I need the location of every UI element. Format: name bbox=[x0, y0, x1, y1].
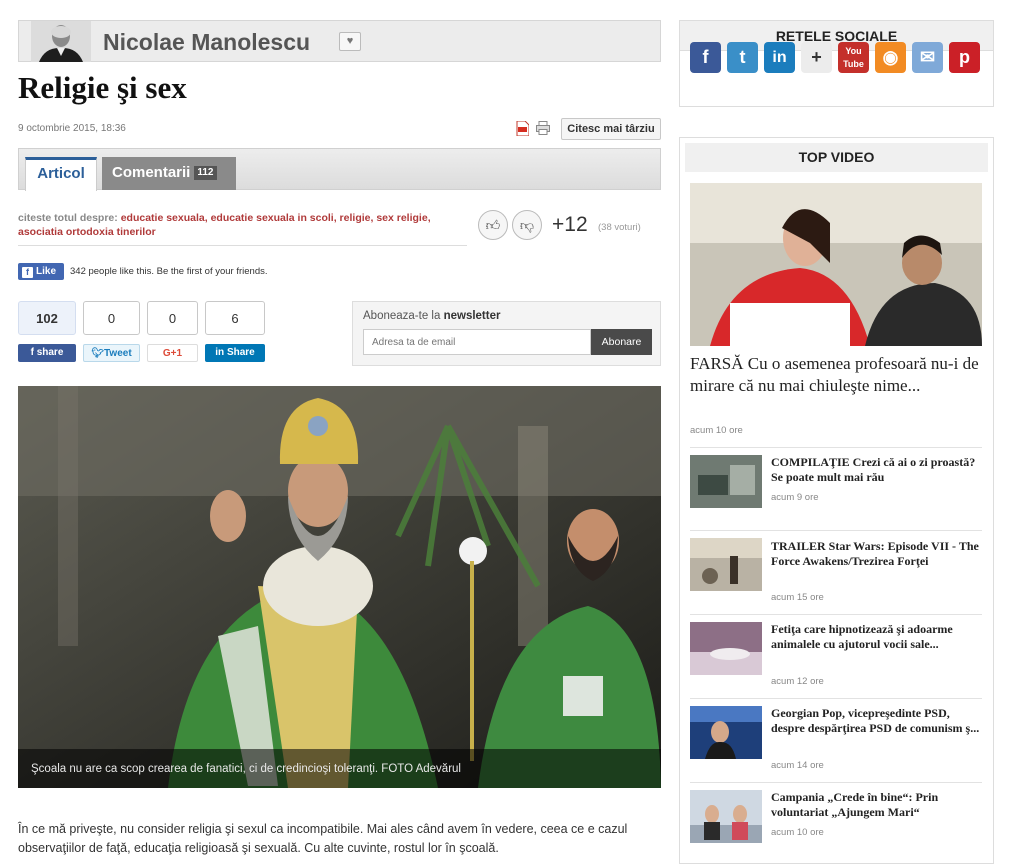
video-thumbnail[interactable] bbox=[690, 538, 762, 591]
pdf-icon[interactable] bbox=[516, 120, 530, 137]
tab-articol[interactable]: Articol bbox=[25, 157, 97, 191]
author-bar: Nicolae Manolescu ♥ bbox=[18, 20, 661, 62]
google-plus-icon[interactable]: + bbox=[801, 42, 832, 73]
facebook-like-button[interactable]: f Like bbox=[18, 263, 64, 280]
facebook-icon: f bbox=[22, 267, 33, 278]
video-title[interactable]: TRAILER Star Wars: Episode VII - The For… bbox=[771, 539, 985, 569]
newsletter-box: Aboneaza-te la newsletter Abonare bbox=[352, 301, 661, 366]
google-share-count: 0 bbox=[147, 301, 198, 335]
vote-count: (38 voturi) bbox=[598, 222, 641, 233]
twitter-share-label: Tweet bbox=[104, 348, 132, 359]
newsletter-email-input[interactable] bbox=[363, 329, 591, 355]
video-separator bbox=[690, 698, 982, 699]
video-thumbnail[interactable] bbox=[690, 622, 762, 675]
rss-icon[interactable]: ◉ bbox=[875, 42, 906, 73]
video-separator bbox=[690, 447, 982, 448]
tags-divider bbox=[18, 245, 467, 246]
newsletter-label-prefix: Aboneaza-te la bbox=[363, 310, 441, 322]
thumbs-up-icon[interactable]: 👍︎ bbox=[478, 210, 508, 240]
video-thumbnail[interactable] bbox=[690, 455, 762, 508]
article-date: 9 octombrie 2015, 18:36 bbox=[18, 123, 126, 134]
video-title[interactable]: Fetiţa care hipnotizează şi adoarme anim… bbox=[771, 622, 985, 652]
tab-comentarii[interactable]: Comentarii 112 bbox=[102, 157, 236, 190]
twitter-share-count: 0 bbox=[83, 301, 140, 335]
print-icon[interactable] bbox=[536, 121, 550, 135]
linkedin-icon[interactable]: in bbox=[764, 42, 795, 73]
video-separator bbox=[690, 614, 982, 615]
thumbs-down-icon[interactable]: 👎︎ bbox=[512, 210, 542, 240]
image-caption: Şcoala nu are ca scop crearea de fanatic… bbox=[31, 763, 461, 775]
pinterest-icon[interactable]: p bbox=[949, 42, 980, 73]
video-time: acum 9 ore bbox=[771, 492, 819, 503]
tab-comentarii-label: Comentarii bbox=[112, 164, 191, 181]
video-thumbnail[interactable] bbox=[690, 790, 762, 843]
follow-heart-button[interactable]: ♥ bbox=[339, 32, 361, 51]
youtube-icon[interactable]: You Tube bbox=[838, 42, 869, 73]
google-plus-button[interactable]: G+1 bbox=[147, 344, 198, 362]
facebook-share-label: share bbox=[36, 347, 64, 358]
linkedin-share-label: Share bbox=[226, 347, 255, 358]
article-body: În ce mă priveşte, nu consider religia ş… bbox=[18, 822, 628, 855]
video-title[interactable]: Georgian Pop, vicepreşedinte PSD, despre… bbox=[771, 706, 985, 736]
main-video-time: acum 10 ore bbox=[690, 425, 743, 436]
twitter-icon[interactable]: t bbox=[727, 42, 758, 73]
linkedin-share-button[interactable]: in Share bbox=[205, 344, 265, 362]
linkedin-share-count: 6 bbox=[205, 301, 265, 335]
read-later-button[interactable]: Citesc mai târziu bbox=[561, 118, 661, 140]
subscribe-button[interactable]: Abonare bbox=[591, 329, 652, 355]
video-time: acum 12 ore bbox=[771, 676, 824, 687]
video-thumbnail[interactable] bbox=[690, 706, 762, 759]
linkedin-icon: in bbox=[215, 347, 225, 358]
video-time: acum 10 ore bbox=[771, 827, 824, 838]
facebook-like-text: 342 people like this. Be the first of yo… bbox=[70, 266, 268, 277]
twitter-share-button[interactable]: 🐦︎Tweet bbox=[83, 344, 140, 362]
facebook-share-button[interactable]: f share bbox=[18, 344, 76, 362]
vote-score: +12 bbox=[552, 213, 588, 236]
newsletter-label-bold: newsletter bbox=[443, 310, 501, 322]
video-time: acum 15 ore bbox=[771, 592, 824, 603]
email-icon[interactable]: ✉ bbox=[912, 42, 943, 73]
author-avatar[interactable] bbox=[31, 21, 91, 62]
facebook-icon[interactable]: f bbox=[690, 42, 721, 73]
article-title: Religie şi sex bbox=[18, 70, 187, 105]
video-title[interactable]: Campania „Crede în bine“: Prin voluntari… bbox=[771, 790, 985, 820]
article-hero-image bbox=[18, 386, 661, 788]
facebook-share-count: 102 bbox=[18, 301, 76, 335]
main-video-title[interactable]: FARSĂ Cu o asemenea profesoară nu-i de m… bbox=[690, 353, 982, 397]
author-name[interactable]: Nicolae Manolescu bbox=[103, 29, 310, 56]
article-tabs: Articol Comentarii 112 bbox=[18, 148, 661, 191]
video-separator bbox=[690, 530, 982, 531]
tags-block: citeste totul despre: educatie sexuala, … bbox=[18, 211, 468, 239]
comment-count-badge: 112 bbox=[194, 166, 217, 181]
video-title[interactable]: COMPILAŢIE Crezi că ai o zi proastă? Se … bbox=[771, 455, 985, 485]
twitter-icon: 🐦︎ bbox=[91, 348, 105, 359]
video-separator bbox=[690, 782, 982, 783]
main-video-thumbnail[interactable] bbox=[690, 183, 982, 346]
video-time: acum 14 ore bbox=[771, 760, 824, 771]
newsletter-label: Aboneaza-te la newsletter bbox=[363, 310, 500, 322]
top-video-title: TOP VIDEO bbox=[685, 143, 988, 172]
tags-label: citeste totul despre: bbox=[18, 212, 118, 224]
facebook-like-label: Like bbox=[36, 266, 57, 277]
